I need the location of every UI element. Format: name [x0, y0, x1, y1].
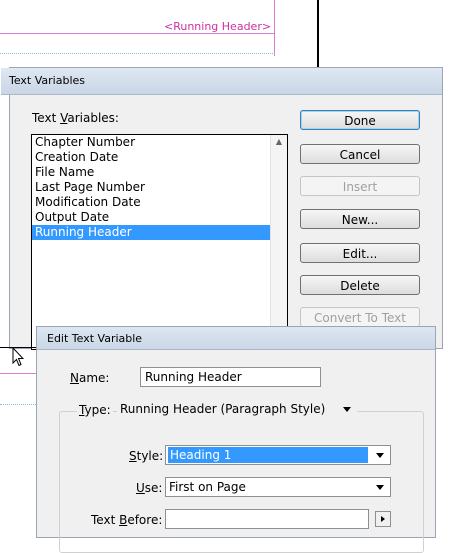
text-variables-dialog: Text Variables Text Variables: Chapter N…	[1, 67, 443, 350]
cancel-button[interactable]: Cancel	[300, 144, 420, 164]
type-dropdown[interactable]: Running Header (Paragraph Style)	[117, 399, 357, 419]
list-item[interactable]: Chapter Number	[32, 135, 287, 150]
chevron-down-icon	[343, 407, 351, 412]
text-before-label: Text Before:	[91, 513, 163, 527]
type-label: Type:	[77, 403, 113, 417]
edit-text-variable-dialog: Edit Text Variable Name: Running Header …	[36, 326, 436, 553]
play-arrow-icon	[381, 516, 385, 522]
baseline-guide	[0, 53, 275, 54]
list-scrollbar[interactable]: ▲	[270, 135, 287, 349]
style-dropdown[interactable]: Heading 1	[165, 445, 391, 465]
insert-button[interactable]: Insert	[300, 176, 420, 196]
edit-button[interactable]: Edit...	[300, 243, 420, 263]
list-item[interactable]: Modification Date	[32, 195, 287, 210]
list-item[interactable]: Running Header	[32, 225, 287, 240]
dialog-title: Text Variables	[9, 74, 86, 87]
list-item[interactable]: File Name	[32, 165, 287, 180]
chevron-down-icon	[376, 453, 384, 458]
margin-guide-top	[0, 33, 275, 34]
chevron-down-icon	[376, 485, 384, 490]
list-item[interactable]: Last Page Number	[32, 180, 287, 195]
margin-guide-right	[274, 0, 275, 56]
text-before-field[interactable]	[165, 509, 369, 529]
running-header-placeholder[interactable]: <Running Header>	[164, 20, 271, 33]
insert-special-character-button[interactable]	[375, 511, 391, 527]
list-item[interactable]: Output Date	[32, 210, 287, 225]
edit-dialog-titlebar[interactable]: Edit Text Variable	[37, 327, 435, 350]
text-variables-label: Text Variables:	[32, 111, 119, 125]
text-variables-list[interactable]: Chapter Number Creation Date File Name Last…	[31, 134, 288, 350]
edit-dialog-title: Edit Text Variable	[47, 332, 143, 345]
margin-guide-left	[0, 373, 36, 374]
name-label: Name:	[70, 371, 110, 385]
baseline-guide-2	[0, 404, 36, 405]
list-item[interactable]: Creation Date	[32, 150, 287, 165]
mouse-pointer-icon	[12, 346, 25, 370]
type-value: Running Header (Paragraph Style)	[120, 402, 326, 416]
style-value: Heading 1	[168, 447, 368, 463]
use-dropdown[interactable]: First on Page	[165, 477, 391, 497]
convert-to-text-button[interactable]: Convert To Text	[300, 307, 420, 327]
style-label: Style:	[129, 449, 164, 463]
new-button[interactable]: New...	[300, 209, 420, 229]
dialog-titlebar[interactable]: Text Variables	[1, 68, 442, 95]
use-label: Use:	[136, 481, 163, 495]
name-field[interactable]: Running Header	[140, 367, 321, 387]
delete-button[interactable]: Delete	[300, 275, 420, 295]
scroll-up-arrow-icon[interactable]: ▲	[271, 135, 287, 149]
done-button[interactable]: Done	[300, 110, 420, 130]
use-value: First on Page	[169, 480, 246, 494]
